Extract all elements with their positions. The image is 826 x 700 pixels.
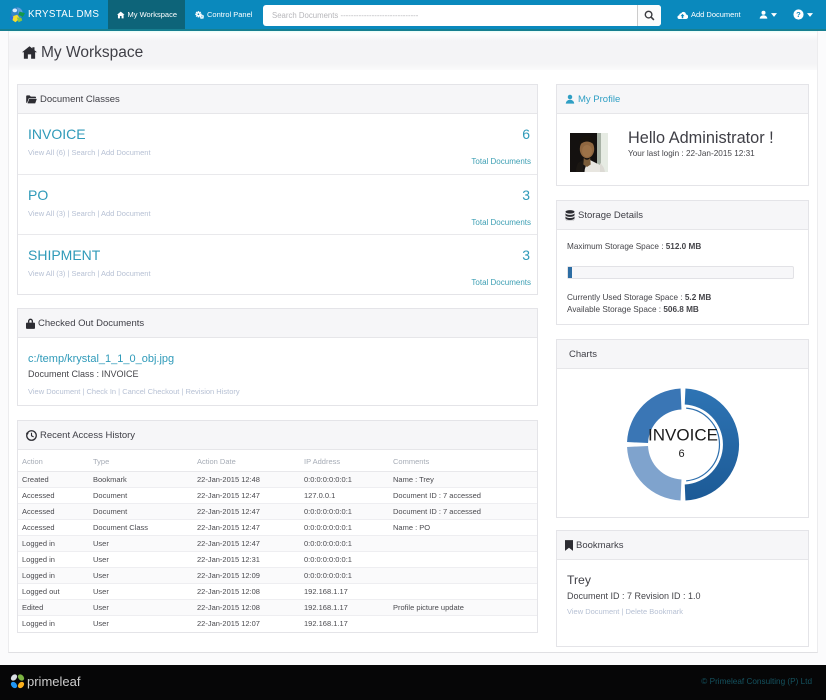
- svg-text:INVOICE: INVOICE: [648, 426, 718, 445]
- svg-text:6: 6: [678, 448, 684, 460]
- svg-text:?: ?: [796, 10, 801, 19]
